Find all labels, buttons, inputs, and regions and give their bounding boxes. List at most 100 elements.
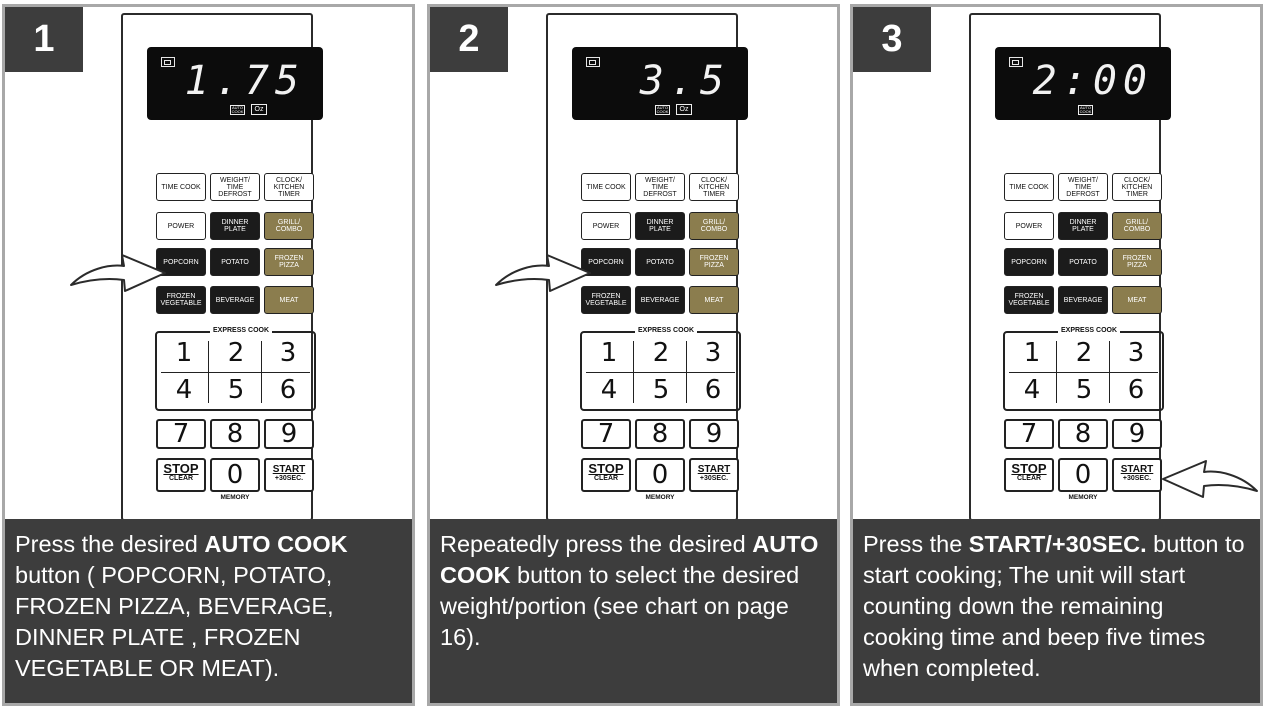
memory-label: MEMORY	[1068, 494, 1098, 501]
clear-label: CLEAR	[593, 475, 619, 482]
grill-combo-button[interactable]: GRILL/ COMBO	[264, 212, 314, 240]
beverage-button[interactable]: BEVERAGE	[210, 286, 260, 314]
potato-button[interactable]: POTATO	[1058, 248, 1108, 276]
digit-key-7[interactable]: 7	[156, 419, 206, 449]
digit-key-4[interactable]: 4	[584, 375, 634, 405]
stop-clear-button[interactable]: STOP CLEAR	[1004, 458, 1054, 492]
dinner-plate-button[interactable]: DINNER PLATE	[1058, 212, 1108, 240]
display-digits: 1.75	[184, 58, 305, 104]
digit-key-5[interactable]: 5	[636, 375, 686, 405]
power-button[interactable]: POWER	[156, 212, 206, 240]
clock-kitchen-timer-button[interactable]: CLOCK/ KITCHEN TIMER	[264, 173, 314, 201]
digit-key-3[interactable]: 3	[263, 338, 313, 368]
digit-key-6[interactable]: 6	[1111, 375, 1161, 405]
digit-key-2[interactable]: 2	[1059, 338, 1109, 368]
potato-button[interactable]: POTATO	[210, 248, 260, 276]
time-cook-button[interactable]: TIME COOK	[581, 173, 631, 201]
digit-key-9[interactable]: 9	[264, 419, 314, 449]
digit-key-0[interactable]: 0	[210, 458, 260, 492]
step-caption: Press the desired AUTO COOK button ( POP…	[5, 519, 412, 703]
stop-clear-button[interactable]: STOP CLEAR	[156, 458, 206, 492]
digit-key-2[interactable]: 2	[636, 338, 686, 368]
oz-indicator: Oz	[251, 104, 267, 115]
weight-time-defrost-button[interactable]: WEIGHT/ TIME DEFROST	[1058, 173, 1108, 201]
power-button[interactable]: POWER	[581, 212, 631, 240]
beverage-button[interactable]: BEVERAGE	[635, 286, 685, 314]
digit-key-8[interactable]: 8	[635, 419, 685, 449]
frozen-vegetable-button[interactable]: FROZEN VEGETABLE	[1004, 286, 1054, 314]
lcd-display: 2:00 AUTO COOK	[995, 47, 1171, 120]
express-cook-label: EXPRESS COOK	[1058, 327, 1121, 334]
step-caption: Repeatedly press the desired AUTO COOK b…	[430, 519, 837, 703]
digit-key-8[interactable]: 8	[1058, 419, 1108, 449]
grill-combo-button[interactable]: GRILL/ COMBO	[1112, 212, 1162, 240]
digit-key-4[interactable]: 4	[159, 375, 209, 405]
clock-kitchen-timer-button[interactable]: CLOCK/ KITCHEN TIMER	[689, 173, 739, 201]
start-button[interactable]: START +30SEC.	[689, 458, 739, 492]
beverage-button[interactable]: BEVERAGE	[1058, 286, 1108, 314]
frozen-pizza-button[interactable]: FROZEN PIZZA	[689, 248, 739, 276]
digit-key-8[interactable]: 8	[210, 419, 260, 449]
digit-key-1[interactable]: 1	[1007, 338, 1057, 368]
digit-key-1[interactable]: 1	[159, 338, 209, 368]
plus30-label: +30SEC.	[699, 475, 729, 482]
microwave-icon	[1009, 57, 1023, 67]
stop-clear-button[interactable]: STOP CLEAR	[581, 458, 631, 492]
grill-combo-button[interactable]: GRILL/ COMBO	[689, 212, 739, 240]
pointer-arrow-icon	[1162, 460, 1258, 498]
microwave-icon	[161, 57, 175, 67]
caption-part-1: AUTO COOK	[204, 531, 348, 557]
digit-key-6[interactable]: 6	[263, 375, 313, 405]
digit-key-7[interactable]: 7	[1004, 419, 1054, 449]
potato-button[interactable]: POTATO	[635, 248, 685, 276]
meat-button[interactable]: MEAT	[264, 286, 314, 314]
frozen-pizza-button[interactable]: FROZEN PIZZA	[264, 248, 314, 276]
clock-kitchen-timer-button[interactable]: CLOCK/ KITCHEN TIMER	[1112, 173, 1162, 201]
meat-button[interactable]: MEAT	[1112, 286, 1162, 314]
digit-key-9[interactable]: 9	[1112, 419, 1162, 449]
digit-key-6[interactable]: 6	[688, 375, 738, 405]
microwave-icon	[586, 57, 600, 67]
digit-key-7[interactable]: 7	[581, 419, 631, 449]
weight-time-defrost-button[interactable]: WEIGHT/ TIME DEFROST	[210, 173, 260, 201]
digit-key-9[interactable]: 9	[689, 419, 739, 449]
digit-key-5[interactable]: 5	[211, 375, 261, 405]
frozen-pizza-button[interactable]: FROZEN PIZZA	[1112, 248, 1162, 276]
caption-part-0: Press the	[863, 531, 969, 557]
stop-label: STOP	[163, 461, 199, 476]
dinner-plate-button[interactable]: DINNER PLATE	[635, 212, 685, 240]
plus30-label: +30SEC.	[1122, 475, 1152, 482]
weight-time-defrost-button[interactable]: WEIGHT/ TIME DEFROST	[635, 173, 685, 201]
microwave-control-panel: 2:00 AUTO COOK TIME COOK WEIGHT/ TIME DE…	[969, 13, 1171, 521]
divider	[161, 372, 310, 373]
start-button[interactable]: START +30SEC.	[264, 458, 314, 492]
digit-key-3[interactable]: 3	[1111, 338, 1161, 368]
popcorn-button[interactable]: POPCORN	[1004, 248, 1054, 276]
lcd-display: 1.75 AUTO COOK Oz	[147, 47, 323, 120]
start-label: START	[1120, 464, 1154, 475]
digit-key-1[interactable]: 1	[584, 338, 634, 368]
digit-key-0[interactable]: 0	[1058, 458, 1108, 492]
start-button[interactable]: START +30SEC.	[1112, 458, 1162, 492]
dinner-plate-button[interactable]: DINNER PLATE	[210, 212, 260, 240]
digit-key-2[interactable]: 2	[211, 338, 261, 368]
step-panel-3: 3 2:00 AUTO COOK TIME COOK WEIGHT/ TIME …	[850, 4, 1263, 706]
digit-key-3[interactable]: 3	[688, 338, 738, 368]
time-cook-button[interactable]: TIME COOK	[156, 173, 206, 201]
caption-part-0: Press the desired	[15, 531, 205, 557]
caption-part-1: START/+30SEC.	[968, 531, 1147, 557]
digit-key-0[interactable]: 0	[635, 458, 685, 492]
digit-key-4[interactable]: 4	[1007, 375, 1057, 405]
step-number: 1	[5, 7, 83, 72]
step-number: 2	[430, 7, 508, 72]
clear-label: CLEAR	[168, 475, 194, 482]
express-cook-group: EXPRESS COOK 1 2 3 4 5 6	[1003, 327, 1164, 411]
divider	[586, 372, 735, 373]
meat-button[interactable]: MEAT	[689, 286, 739, 314]
power-button[interactable]: POWER	[1004, 212, 1054, 240]
auto-cook-indicator: AUTO COOK	[230, 105, 245, 115]
caption-part-0: Repeatedly press the desired	[440, 531, 753, 557]
time-cook-button[interactable]: TIME COOK	[1004, 173, 1054, 201]
digit-key-5[interactable]: 5	[1059, 375, 1109, 405]
divider	[1009, 372, 1158, 373]
